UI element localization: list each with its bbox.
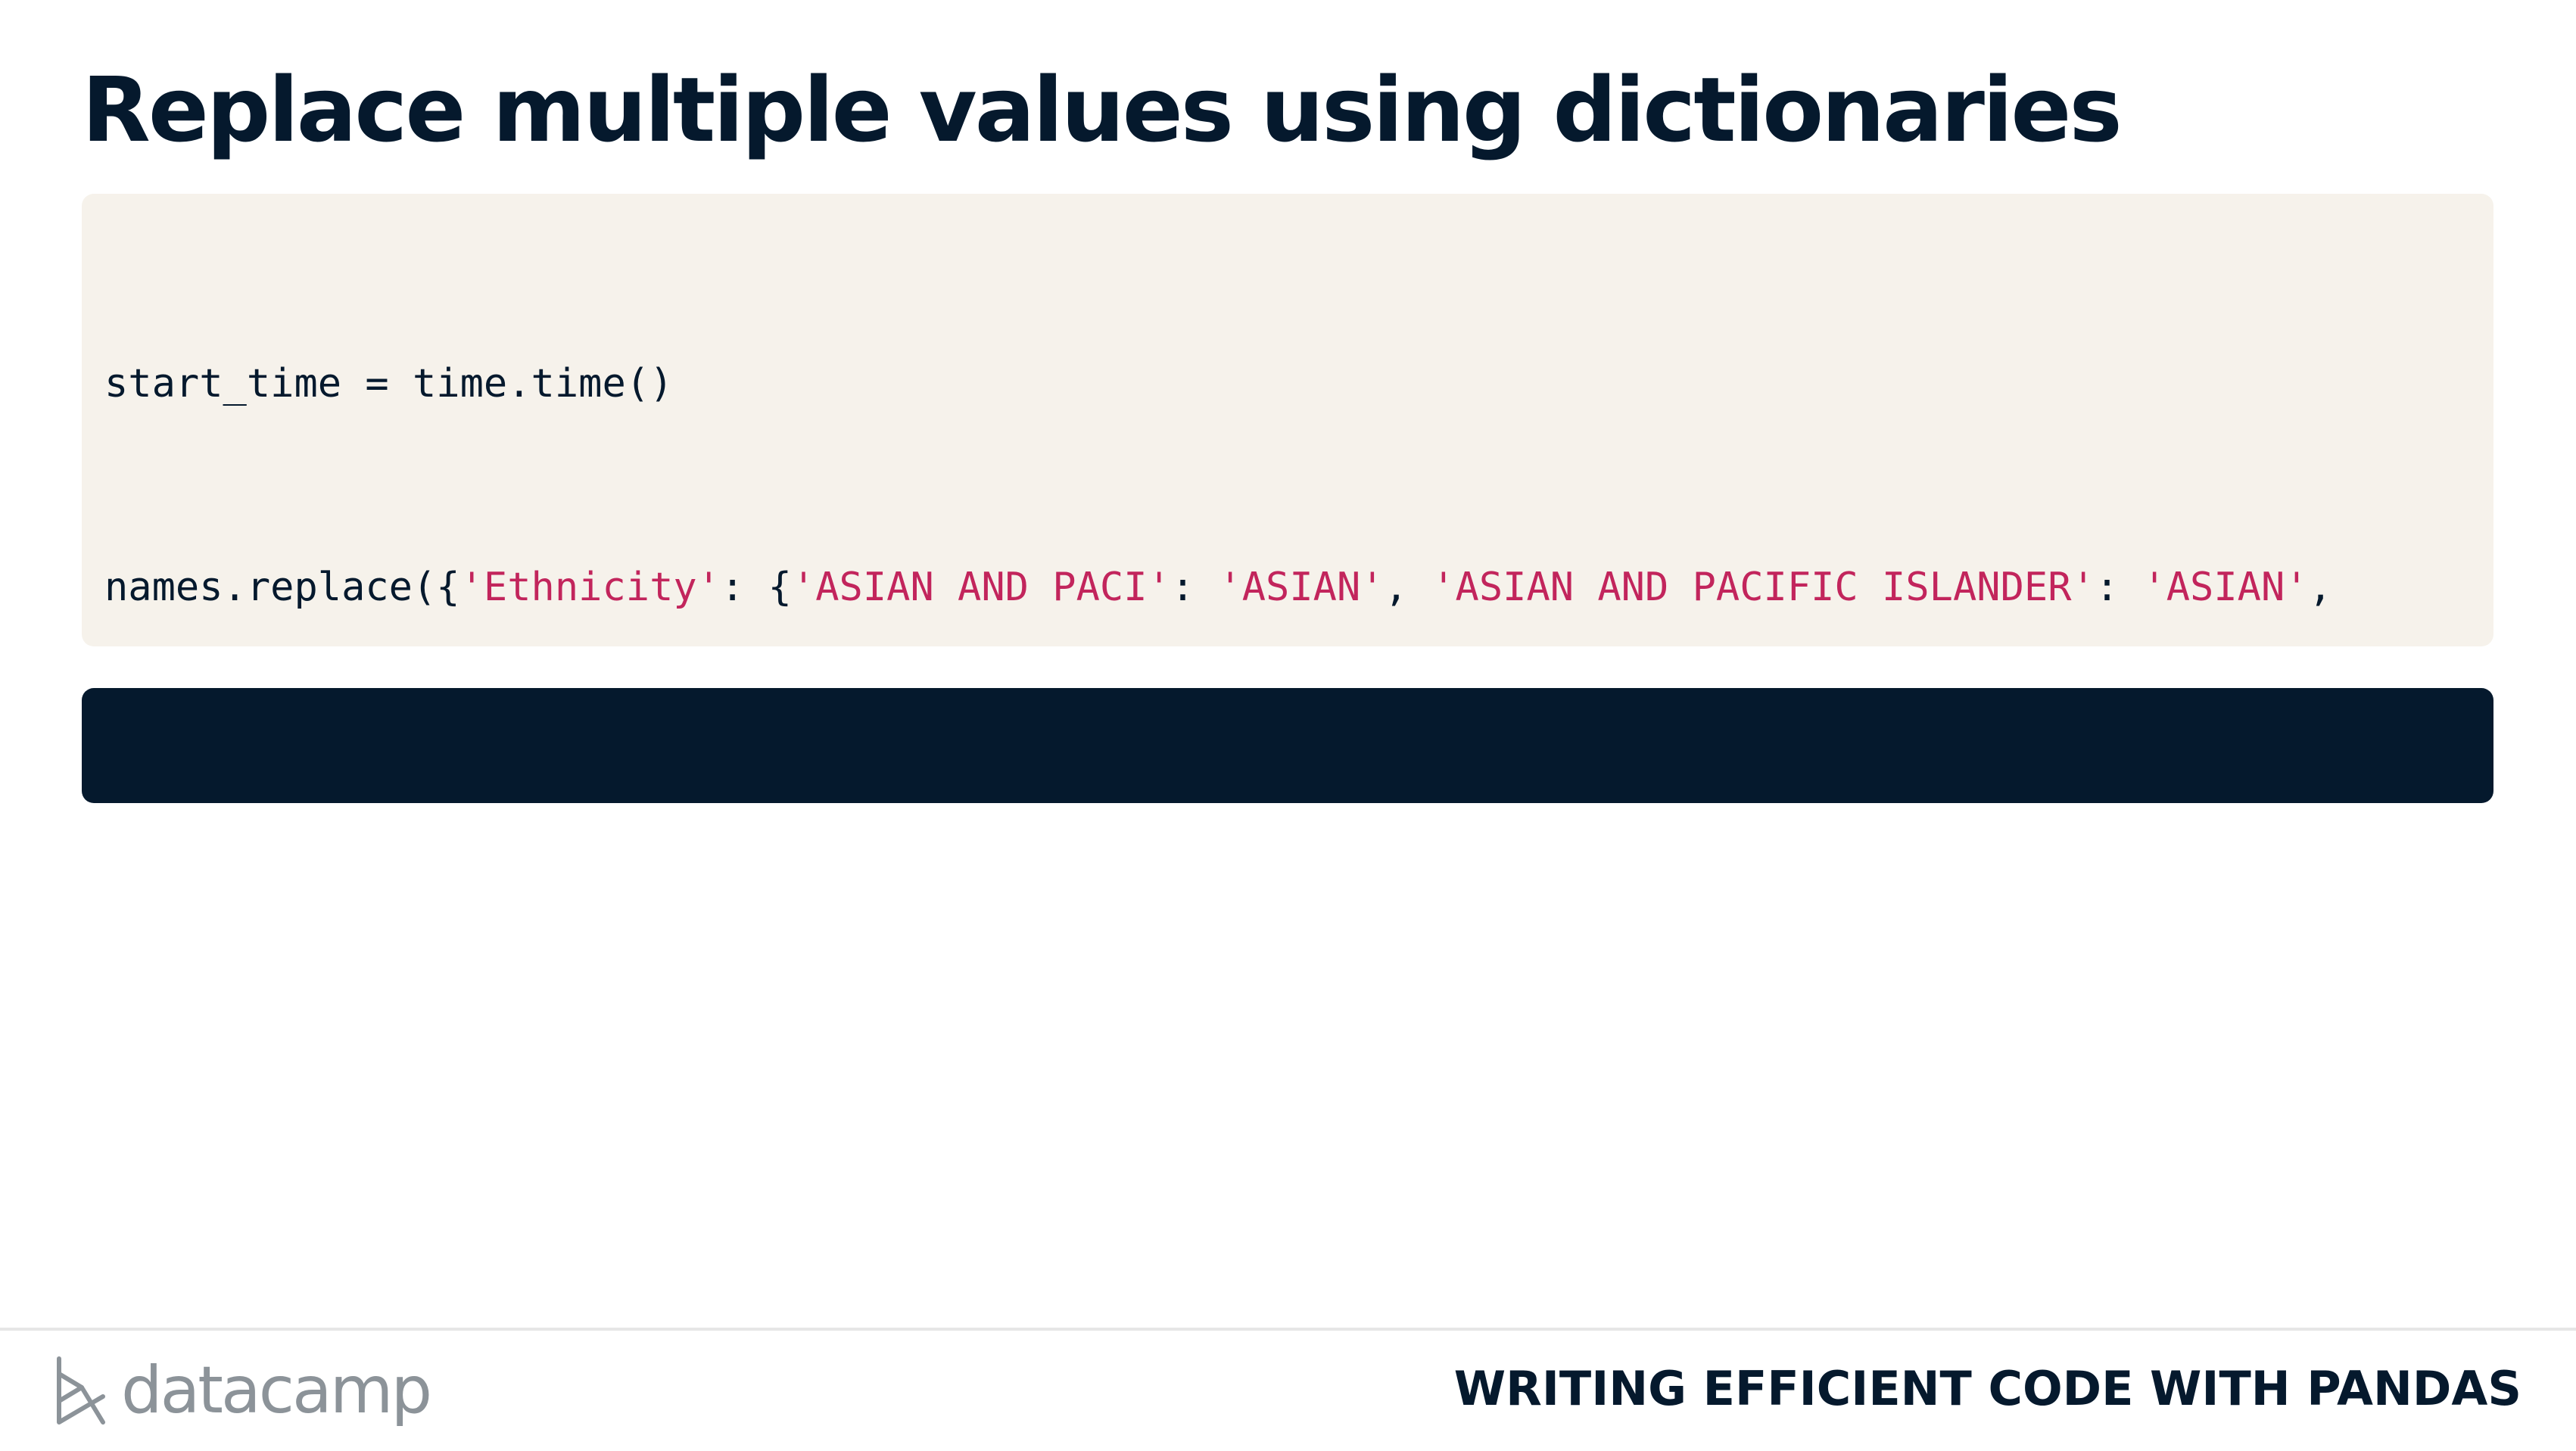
code-block: start_time = time.time() names.replace({… bbox=[82, 194, 2493, 646]
code-line: start_time = time.time() bbox=[104, 350, 2471, 419]
code-token: : { bbox=[720, 564, 792, 610]
output-block: Time using .replace() with dictionary: 0… bbox=[82, 688, 2493, 883]
code-token: 'Ethnicity' bbox=[459, 564, 721, 610]
code-token: , bbox=[1384, 564, 1432, 610]
code-token: 'ASIAN AND PACI' bbox=[791, 564, 1171, 610]
code-token: names.replace({ bbox=[104, 564, 460, 610]
code-line: names.replace({'Ethnicity': {'ASIAN AND … bbox=[104, 554, 2471, 622]
datacamp-logo-icon bbox=[57, 1356, 105, 1425]
code-token: start_time = time.time() bbox=[104, 361, 674, 406]
logo-wordmark: datacamp bbox=[121, 1353, 432, 1428]
code-token: : bbox=[2095, 564, 2143, 610]
code-token: : bbox=[1170, 564, 1219, 610]
slide-title: Replace multiple values using dictionari… bbox=[82, 58, 2123, 162]
code-token: 'ASIAN' bbox=[2142, 564, 2309, 610]
code-token: 'ASIAN AND PACIFIC ISLANDER' bbox=[1431, 564, 2095, 610]
datacamp-logo: datacamp bbox=[51, 1349, 432, 1432]
course-title: WRITING EFFICIENT CODE WITH PANDAS bbox=[1453, 1361, 2521, 1416]
footer-divider bbox=[0, 1328, 2576, 1331]
code-token: 'ASIAN' bbox=[1218, 564, 1385, 610]
code-token: , bbox=[2308, 564, 2332, 610]
output-text: Time using .replace() with dictionary: 0… bbox=[151, 838, 1385, 883]
